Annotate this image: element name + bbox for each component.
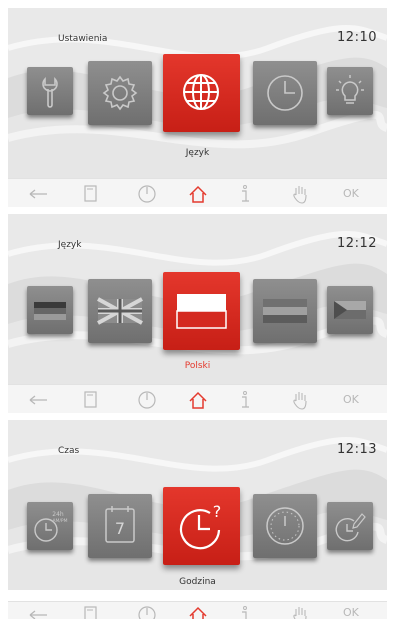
back-button[interactable] (27, 389, 49, 411)
book-icon (84, 391, 97, 408)
clock-time-tile[interactable]: ? (163, 487, 240, 565)
language-hu-tile[interactable] (253, 279, 317, 343)
time-screen: Czas 12:13 24h AM/PM 7 ? Godzina OK (8, 420, 387, 619)
selected-label: Język (185, 148, 210, 158)
hand-icon (293, 186, 307, 204)
flag-czech-icon (334, 301, 366, 319)
manual-mode-button[interactable] (289, 183, 311, 205)
bottom-navbar: OK (8, 384, 387, 413)
flag-germany-icon (34, 302, 66, 320)
info-icon (242, 391, 249, 408)
wrench-tile[interactable] (27, 67, 73, 115)
clock-dial-tile[interactable] (253, 494, 317, 558)
language-en-tile[interactable] (88, 279, 152, 343)
time-tile[interactable] (253, 61, 317, 125)
hand-icon (293, 392, 307, 410)
manual-mode-button[interactable] (289, 389, 311, 411)
clock-display: 12:13 (337, 442, 377, 457)
manual-button[interactable] (79, 389, 101, 411)
clock-24h-icon: 24h AM/PM (34, 511, 68, 542)
power-icon (138, 185, 156, 203)
book-icon (84, 185, 97, 202)
clock-edit-tile[interactable] (327, 502, 373, 550)
display-tile[interactable] (327, 67, 373, 115)
h24-bottom-text: AM/PM (52, 518, 67, 524)
ok-button[interactable]: OK (343, 606, 359, 619)
clock-edit-icon (335, 513, 366, 542)
back-arrow-icon (29, 610, 47, 619)
screen-title: Czas (58, 446, 80, 456)
calendar-7-icon: 7 (105, 506, 135, 543)
clock-display: 12:10 (337, 30, 377, 45)
clock-display: 12:12 (337, 236, 377, 251)
info-icon (242, 606, 247, 619)
back-button[interactable] (27, 183, 49, 205)
svg-text:?: ? (213, 502, 222, 521)
info-button[interactable] (234, 604, 256, 619)
flag-poland-icon (176, 294, 227, 329)
language-de-tile[interactable] (27, 286, 73, 334)
wrench-icon (42, 77, 58, 108)
info-icon (242, 185, 249, 202)
settings-screen: Ustawienia 12:10 Język OK (8, 8, 387, 207)
screen-title: Ustawienia (58, 34, 108, 44)
power-button[interactable] (136, 183, 158, 205)
manual-button[interactable] (79, 183, 101, 205)
power-icon (138, 391, 156, 409)
flag-uk-icon (97, 297, 143, 325)
selected-label: Godzina (179, 577, 216, 587)
info-button[interactable] (234, 389, 256, 411)
ok-button[interactable]: OK (343, 393, 359, 406)
globe-icon (183, 74, 219, 110)
clock-icon (267, 75, 303, 111)
time-format-tile[interactable]: 24h AM/PM (27, 502, 73, 550)
power-button[interactable] (136, 389, 158, 411)
flag-hungary-icon (263, 299, 307, 323)
book-icon (84, 606, 97, 619)
calendar-day-text: 7 (115, 519, 125, 538)
home-icon (189, 606, 207, 619)
language-cz-tile[interactable] (327, 286, 373, 334)
clock-dial-icon (266, 507, 304, 545)
bottom-navbar: OK (8, 178, 387, 207)
power-icon (138, 606, 156, 619)
home-icon (189, 391, 207, 409)
power-button[interactable] (136, 604, 158, 619)
screen-title: Język (58, 240, 82, 250)
home-button[interactable] (187, 183, 209, 205)
manual-mode-button[interactable] (289, 604, 311, 619)
gear-icon (102, 75, 138, 111)
date-tile[interactable]: 7 (88, 494, 152, 558)
language-tile[interactable] (163, 54, 240, 132)
bottom-navbar: OK (8, 601, 387, 619)
lightbulb-icon (336, 75, 364, 104)
language-screen: Język 12:12 Polski OK (8, 214, 387, 413)
home-button[interactable] (187, 604, 209, 619)
info-button[interactable] (234, 183, 256, 205)
home-button[interactable] (187, 389, 209, 411)
back-arrow-icon (29, 189, 47, 199)
manual-button[interactable] (79, 604, 101, 619)
language-pl-tile[interactable] (163, 272, 240, 350)
back-arrow-icon (29, 395, 47, 405)
hand-icon (293, 607, 307, 619)
selected-label: Polski (184, 361, 211, 371)
ok-button[interactable]: OK (343, 187, 359, 200)
gear-tile[interactable] (88, 61, 152, 125)
h24-top-text: 24h (52, 511, 64, 518)
home-icon (189, 185, 207, 203)
clock-question-icon: ? (179, 502, 222, 550)
back-button[interactable] (27, 604, 49, 619)
